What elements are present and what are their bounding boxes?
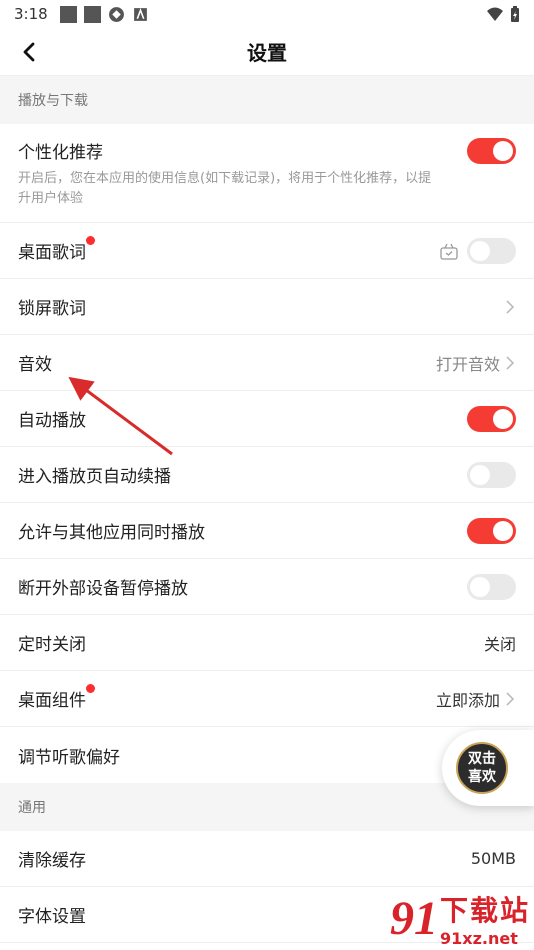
setting-label: 自动播放 <box>18 411 86 431</box>
notification-icon <box>59 5 77 23</box>
watermark-site-name: 下载站 <box>439 894 530 927</box>
status-bar: 3:18 <box>0 0 534 28</box>
setting-label: 允许与其他应用同时播放 <box>18 523 205 543</box>
page-title: 设置 <box>247 41 287 65</box>
app-icon <box>133 7 147 21</box>
autoplay-toggle[interactable] <box>467 405 516 432</box>
toggle-knob <box>470 464 490 485</box>
watermark-number: 91 <box>389 892 438 945</box>
setting-label: 锁屏歌词 <box>18 299 86 319</box>
gift-icon <box>440 243 458 260</box>
setting-row-autoplay[interactable]: 自动播放 <box>0 391 534 447</box>
setting-value: 打开音效 <box>435 354 500 374</box>
chevron-right-icon <box>506 355 515 370</box>
wifi-icon <box>487 7 503 21</box>
setting-label: 音效 <box>18 355 52 375</box>
status-time: 3:18 <box>14 5 48 23</box>
back-arrow-icon[interactable] <box>18 40 42 64</box>
like-badge: 双击 喜欢 <box>456 742 508 794</box>
toggle-knob <box>470 240 490 261</box>
setting-row-mix-play[interactable]: 允许与其他应用同时播放 <box>0 503 534 559</box>
toggle-knob <box>493 141 513 161</box>
setting-label: 桌面歌词 <box>18 236 95 263</box>
battery-icon <box>511 5 519 22</box>
new-badge-dot <box>86 236 95 245</box>
toggle-knob <box>470 576 490 597</box>
setting-label: 桌面组件 <box>18 684 95 711</box>
double-tap-like-button[interactable]: 双击 喜欢 <box>442 730 534 806</box>
section-header-playback: 播放与下载 <box>0 76 534 124</box>
setting-row-lockscreen-lyrics[interactable]: 锁屏歌词 <box>0 279 534 335</box>
personalized-toggle[interactable] <box>467 138 516 164</box>
chevron-right-icon <box>506 691 515 706</box>
watermark-logo: 91 下载站 91xz.net <box>390 889 530 948</box>
title-bar: 设置 <box>0 28 534 76</box>
notification-icon <box>83 5 101 23</box>
setting-row-clear-cache[interactable]: 清除缓存 50MB <box>0 831 534 887</box>
setting-value: 关闭 <box>483 634 516 654</box>
setting-row-timer-close[interactable]: 定时关闭 关闭 <box>0 615 534 671</box>
watermark-url: 91xz.net <box>439 929 518 948</box>
chevron-right-icon <box>506 299 515 314</box>
cache-size: 50MB <box>470 849 516 868</box>
setting-value: 立即添加 <box>435 690 500 710</box>
toggle-knob <box>493 408 513 429</box>
auto-continue-toggle[interactable] <box>467 461 516 488</box>
setting-label: 定时关闭 <box>18 635 86 655</box>
pause-disconnect-toggle[interactable] <box>467 573 516 600</box>
setting-row-auto-continue[interactable]: 进入播放页自动续播 <box>0 447 534 503</box>
setting-row-desktop-widget[interactable]: 桌面组件 立即添加 <box>0 671 534 727</box>
setting-row-sound-effect[interactable]: 音效 打开音效 <box>0 335 534 391</box>
setting-description: 开启后，您在本应用的使用信息(如下载记录)，将用于个性化推荐，以提升用户体验 <box>18 171 432 206</box>
setting-label: 清除缓存 <box>18 851 86 871</box>
desktop-lyrics-toggle[interactable] <box>467 237 516 264</box>
setting-label: 断开外部设备暂停播放 <box>18 579 188 599</box>
sync-icon <box>108 6 124 22</box>
setting-label: 调节听歌偏好 <box>18 747 120 768</box>
setting-row-desktop-lyrics[interactable]: 桌面歌词 <box>0 223 534 279</box>
setting-label: 个性化推荐 <box>18 143 103 163</box>
new-badge-dot <box>86 684 95 693</box>
setting-row-pause-disconnect[interactable]: 断开外部设备暂停播放 <box>0 559 534 615</box>
mix-play-toggle[interactable] <box>467 517 516 544</box>
setting-label: 字体设置 <box>18 907 86 927</box>
toggle-knob <box>493 520 513 541</box>
setting-label: 进入播放页自动续播 <box>18 467 171 487</box>
setting-row-personalized[interactable]: 个性化推荐 开启后，您在本应用的使用信息(如下载记录)，将用于个性化推荐，以提升… <box>0 124 534 223</box>
